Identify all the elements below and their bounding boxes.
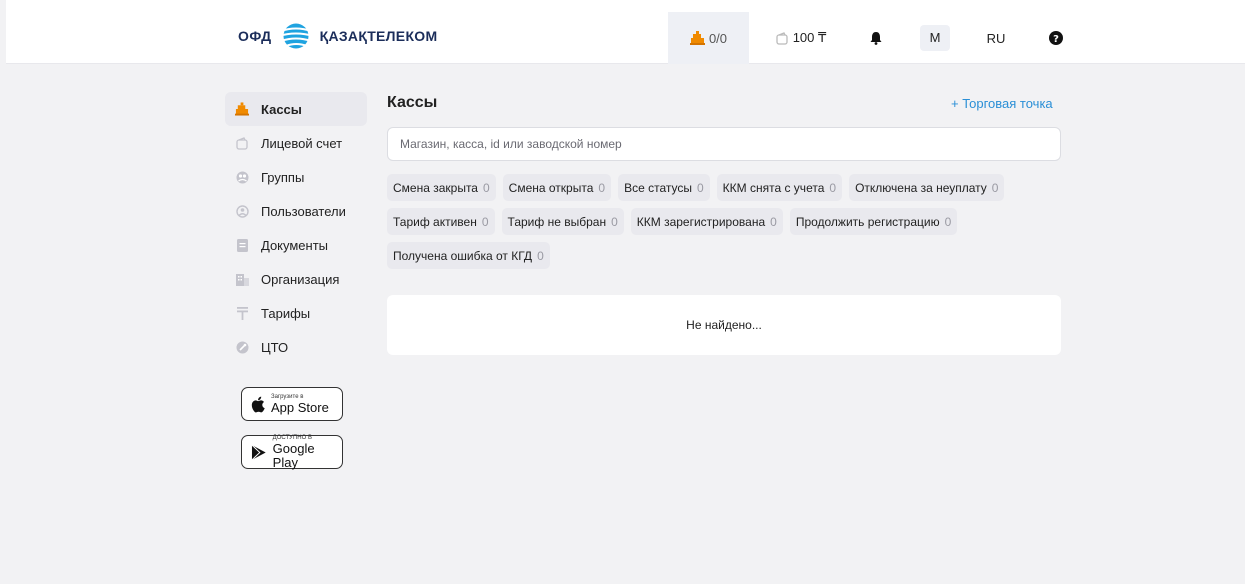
chip-count: 0	[537, 248, 544, 263]
chip-count: 0	[944, 214, 952, 229]
sidebar-item-label: Лицевой счет	[261, 135, 343, 151]
chip-label: Все статусы	[624, 180, 692, 195]
sidebar: Кассы Лицевой счет Группы Пользователи Д…	[225, 92, 367, 364]
service-center-icon	[235, 340, 249, 354]
user-menu-button[interactable]: M	[920, 12, 950, 64]
kassy-count: 0/0	[708, 30, 728, 46]
chip-label: Смена закрыта	[393, 180, 478, 195]
filter-chip-registered[interactable]: ККМ зарегистрирована 0	[630, 208, 783, 235]
apple-icon	[251, 396, 265, 412]
document-icon	[235, 238, 249, 252]
help-button[interactable]: ?	[1044, 12, 1068, 64]
chip-label: Отключена за неуплату	[855, 180, 987, 195]
filter-chip-deregistered[interactable]: ККМ снята с учета 0	[716, 174, 843, 201]
app-store-label: App Store	[271, 399, 329, 415]
top-header: ОФД ҚАЗАҚТЕЛЕКОМ 0/0 100 ₸ M RU ?	[6, 0, 1245, 64]
filter-chip-disabled-nonpayment[interactable]: Отключена за неуплату 0	[849, 174, 1005, 201]
sidebar-item-users[interactable]: Пользователи	[225, 194, 367, 228]
kazakhtelecom-logo-icon	[278, 23, 313, 49]
filter-chip-kgd-error[interactable]: Получена ошибка от КГД 0	[387, 242, 550, 269]
chip-count: 0	[991, 180, 999, 195]
sidebar-item-label: Пользователи	[261, 203, 346, 219]
google-play-label: Google Play	[272, 440, 315, 470]
user-icon	[235, 204, 249, 218]
sidebar-item-label: Организация	[261, 271, 340, 287]
bell-icon	[870, 32, 882, 45]
app-store-button[interactable]: Загрузите в App Store	[241, 387, 343, 421]
chip-count: 0	[481, 214, 489, 229]
empty-message: Не найдено...	[686, 318, 762, 332]
help-icon: ?	[1049, 31, 1063, 45]
google-play-icon	[251, 444, 266, 460]
chip-label: Продолжить регистрацию	[795, 214, 940, 229]
chip-label: Тариф активен	[393, 214, 477, 229]
chip-count: 0	[611, 214, 618, 229]
avatar: M	[920, 25, 950, 51]
tariff-icon	[235, 306, 249, 320]
wallet-icon	[235, 136, 249, 150]
header-balance-button[interactable]: 100 ₸	[766, 12, 836, 64]
logo-name: ҚАЗАҚТЕЛЕКОМ	[319, 28, 438, 44]
filter-chip-shift-open[interactable]: Смена открыта 0	[502, 174, 612, 201]
sidebar-item-kassy[interactable]: Кассы	[225, 92, 367, 126]
google-play-button[interactable]: ДОСТУПНО В Google Play	[241, 435, 343, 469]
sidebar-item-label: Документы	[261, 237, 329, 253]
language-switch[interactable]: RU	[981, 12, 1011, 64]
chip-label: Смена открыта	[508, 180, 594, 195]
chip-label: ККМ зарегистрирована	[636, 214, 766, 229]
empty-result-panel: Не найдено...	[387, 295, 1061, 355]
balance-amount: 100 ₸	[792, 30, 827, 45]
filter-chip-shift-closed[interactable]: Смена закрыта 0	[387, 174, 496, 201]
sidebar-item-organization[interactable]: Организация	[225, 262, 367, 296]
header-kassy-button[interactable]: 0/0	[668, 12, 749, 64]
svg-text:?: ?	[1053, 34, 1059, 45]
cash-register-icon	[689, 31, 705, 45]
page-title: Кассы	[387, 94, 438, 111]
sidebar-item-cto[interactable]: ЦТО	[225, 330, 367, 364]
sidebar-item-groups[interactable]: Группы	[225, 160, 367, 194]
chip-label: Тариф не выбран	[507, 214, 607, 229]
notifications-button[interactable]	[861, 12, 891, 64]
add-trade-point-link[interactable]: + Торговая точка	[951, 96, 1053, 111]
sidebar-item-label: Тарифы	[261, 305, 311, 321]
chip-label: Получена ошибка от КГД	[393, 248, 533, 263]
chip-label: ККМ снята с учета	[722, 180, 825, 195]
chip-count: 0	[829, 180, 837, 195]
logo[interactable]: ОФД ҚАЗАҚТЕЛЕКОМ	[238, 23, 437, 49]
logo-prefix: ОФД	[238, 28, 272, 44]
sidebar-item-documents[interactable]: Документы	[225, 228, 367, 262]
filter-chip-all-statuses[interactable]: Все статусы 0	[618, 174, 710, 201]
sidebar-item-label: ЦТО	[261, 339, 289, 355]
sidebar-item-label: Кассы	[261, 101, 302, 117]
chip-count: 0	[482, 180, 490, 195]
sidebar-item-account[interactable]: Лицевой счет	[225, 126, 367, 160]
search-input[interactable]	[387, 127, 1061, 161]
filter-chip-tariff-not-selected[interactable]: Тариф не выбран 0	[501, 208, 624, 235]
language-label: RU	[986, 30, 1006, 46]
groups-icon	[235, 170, 249, 184]
wallet-icon	[776, 31, 788, 45]
sidebar-item-label: Группы	[261, 169, 305, 185]
cash-register-icon	[235, 102, 249, 116]
chip-count: 0	[696, 180, 704, 195]
sidebar-item-tariffs[interactable]: Тарифы	[225, 296, 367, 330]
chip-count: 0	[598, 180, 606, 195]
building-icon	[235, 272, 249, 286]
filter-chip-continue-registration[interactable]: Продолжить регистрацию 0	[789, 208, 958, 235]
status-filter-chips: Смена закрыта 0 Смена открыта 0 Все статус…	[387, 174, 1061, 269]
filter-chip-tariff-active[interactable]: Тариф активен 0	[387, 208, 495, 235]
chip-count: 0	[770, 214, 777, 229]
